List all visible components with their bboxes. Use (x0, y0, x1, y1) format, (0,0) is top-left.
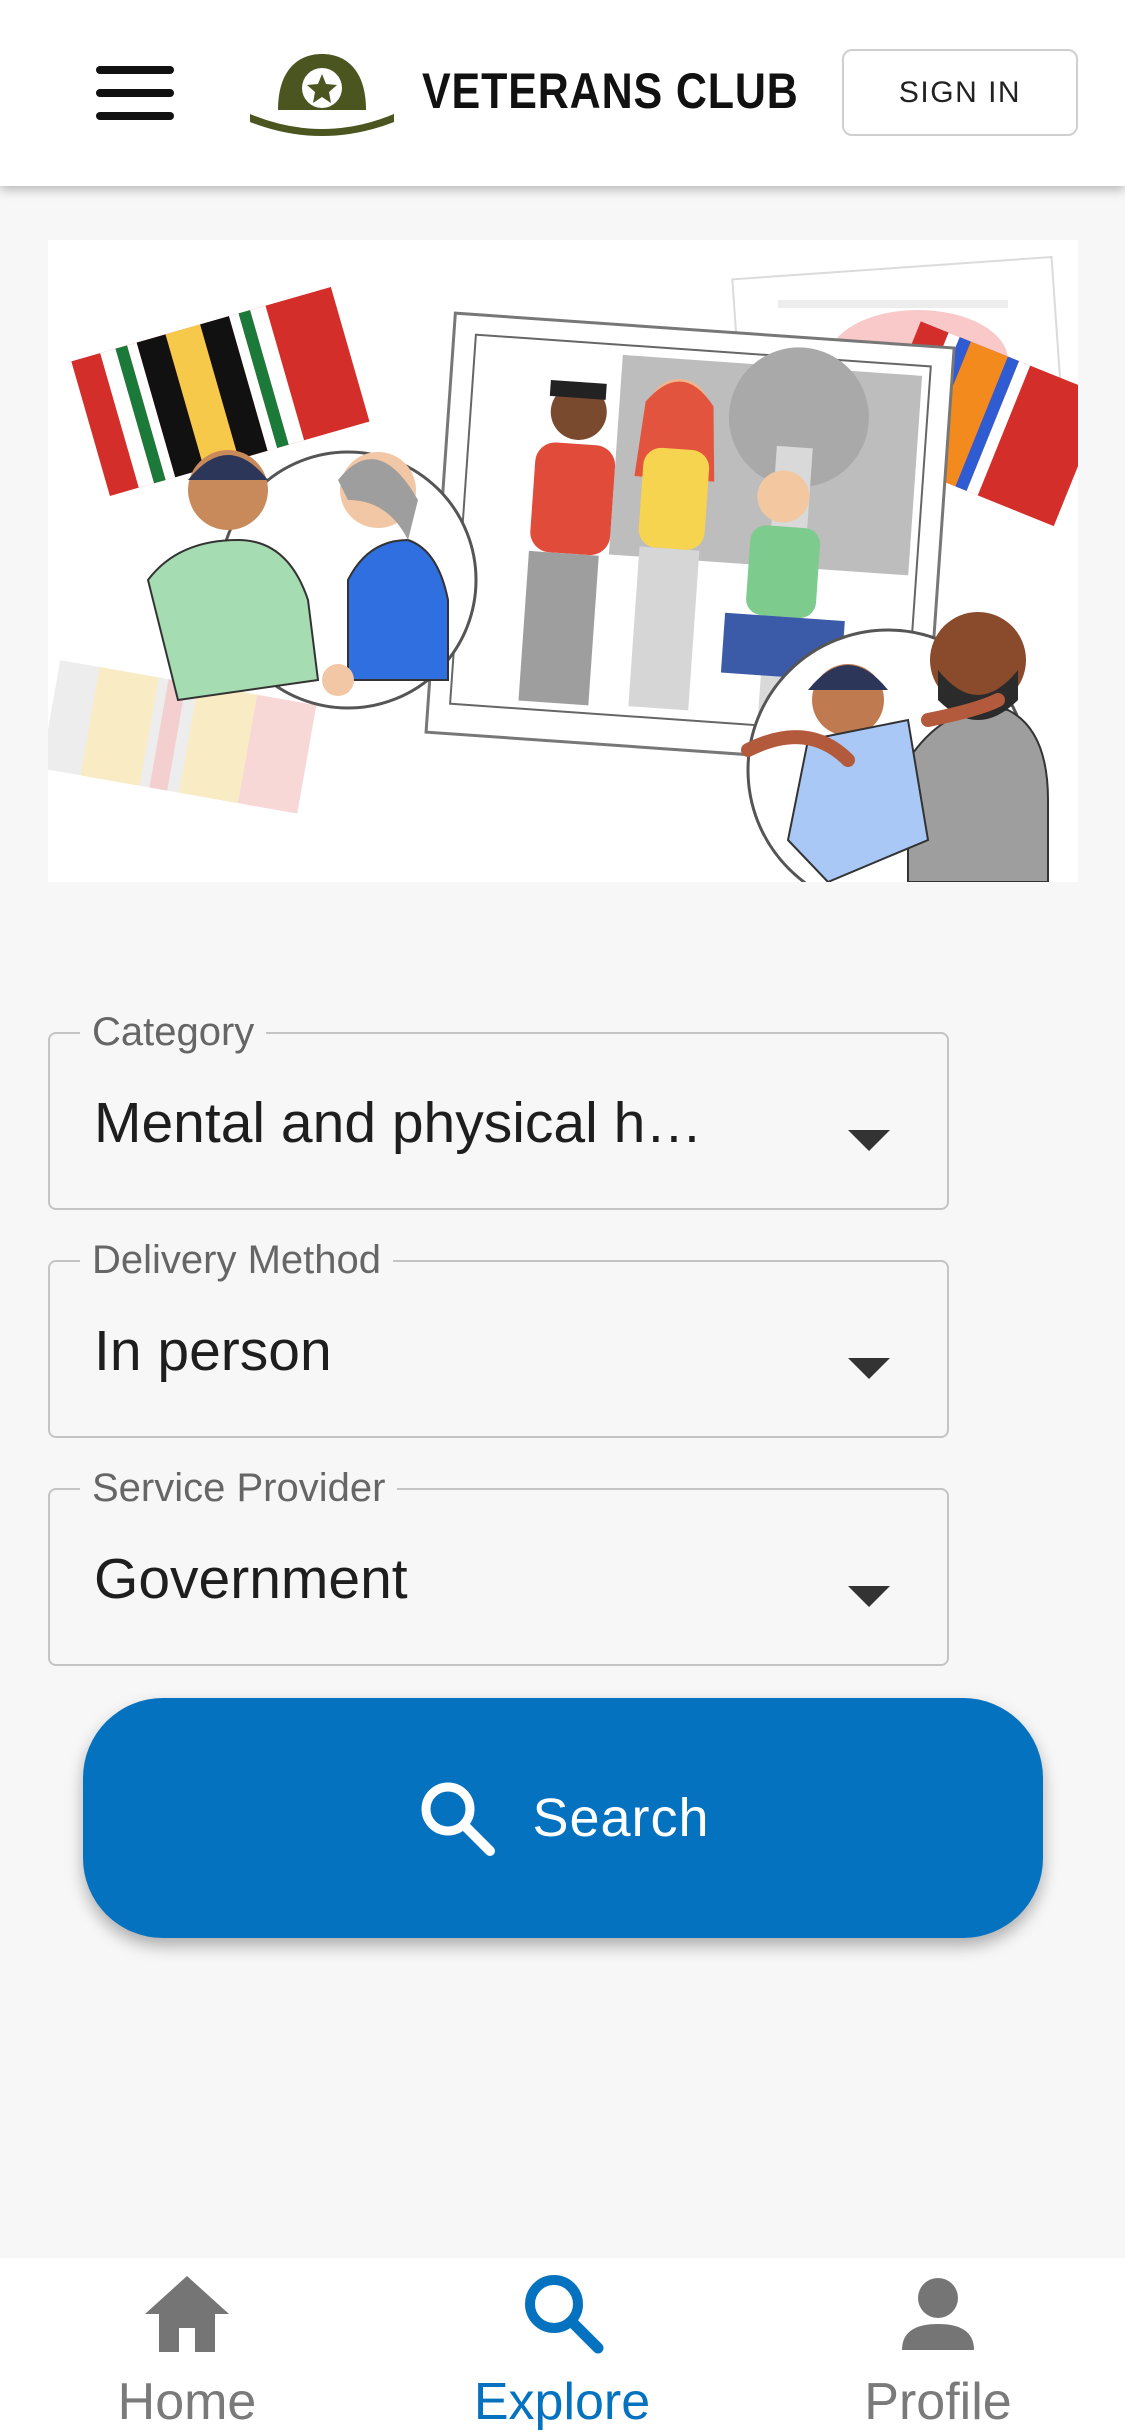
app-header: VETERANS CLUB SIGN IN (0, 0, 1125, 186)
service-provider-label: Service Provider (80, 1462, 398, 1514)
nav-item-profile[interactable]: Profile (788, 2258, 1088, 2436)
helmet-star-icon (250, 54, 394, 136)
category-select[interactable]: Category Mental and physical h… (48, 1006, 949, 1210)
logo-text: VETERANS CLUB (422, 63, 799, 119)
chevron-down-icon (848, 1130, 890, 1151)
sign-in-button[interactable]: SIGN IN (842, 49, 1078, 136)
search-icon (421, 1782, 496, 1856)
search-button-label: Search (532, 1788, 710, 1848)
category-label: Category (80, 1006, 267, 1058)
delivery-method-label: Delivery Method (80, 1234, 394, 1286)
chevron-down-icon (848, 1358, 890, 1379)
nav-item-explore-label: Explore (473, 2373, 651, 2431)
nav-item-home[interactable]: Home (37, 2258, 337, 2436)
service-provider-select[interactable]: Service Provider Government (48, 1462, 949, 1666)
category-value: Mental and physical h… (94, 1091, 703, 1155)
chevron-down-icon (848, 1586, 890, 1607)
nav-item-profile-label: Profile (864, 2373, 1012, 2431)
bottom-navigation: Home Explore Profile (0, 2258, 1125, 2436)
hero-illustration (48, 240, 1078, 882)
service-provider-value: Government (94, 1547, 408, 1611)
nav-item-explore[interactable]: Explore (412, 2258, 712, 2436)
person-icon (902, 2278, 974, 2350)
search-icon (525, 2275, 604, 2354)
search-button[interactable]: Search (83, 1698, 1043, 1938)
hamburger-menu-icon[interactable] (96, 66, 176, 120)
delivery-method-select[interactable]: Delivery Method In person (48, 1234, 949, 1438)
nav-item-home-label: Home (117, 2373, 257, 2431)
home-icon (145, 2276, 229, 2352)
delivery-method-value: In person (94, 1319, 332, 1383)
